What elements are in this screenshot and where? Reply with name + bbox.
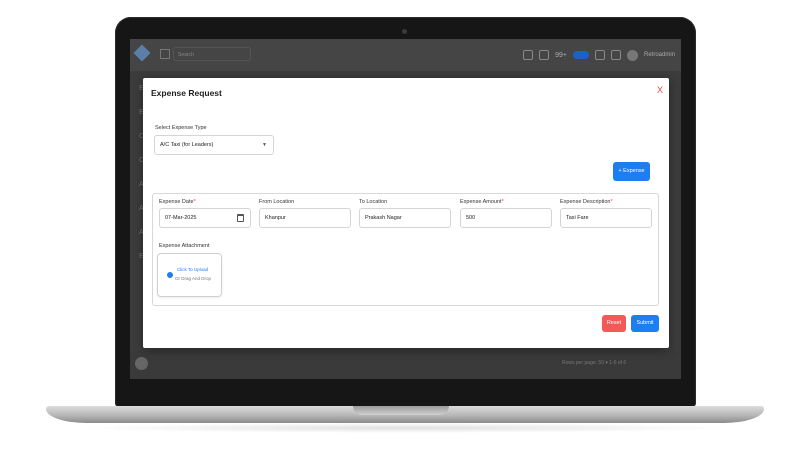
to-location-input[interactable]: Prakash Nagar: [359, 208, 451, 228]
footer-avatar: [135, 357, 148, 370]
expense-type-select[interactable]: A/C Taxi (for Leaders) ▼: [154, 135, 274, 155]
expense-date-label: Expense Date*: [159, 199, 196, 205]
expense-description-field: Expense Description* Taxi Fare: [560, 199, 652, 228]
laptop-notch: [353, 406, 449, 415]
close-button[interactable]: X: [657, 86, 663, 95]
topbar-icons: 99+ Retroadmin: [523, 47, 675, 63]
expense-amount-field: Expense Amount* 500: [460, 199, 552, 228]
avatar[interactable]: [626, 49, 638, 61]
submit-button[interactable]: Submit: [631, 315, 659, 332]
user-name: Retroadmin: [643, 52, 675, 58]
from-location-input[interactable]: Khanpur: [259, 208, 351, 228]
expense-description-label: Expense Description*: [560, 199, 613, 205]
upload-link[interactable]: Click To Upload: [177, 267, 208, 272]
expense-amount-input[interactable]: 500: [460, 208, 552, 228]
upload-hint: Or Drag And Drop: [175, 276, 212, 281]
calendar-icon[interactable]: [237, 214, 244, 222]
search-input[interactable]: Search: [173, 47, 251, 61]
to-location-field: To Location Prakash Nagar: [359, 199, 451, 228]
upload-dropzone[interactable]: Click To Upload Or Drag And Drop: [157, 253, 222, 297]
from-location-label: From Location: [259, 199, 295, 205]
fullscreen-icon[interactable]: [594, 50, 605, 60]
translate-icon[interactable]: [523, 50, 534, 60]
attachment-label: Expense Attachment: [159, 243, 210, 249]
theme-toggle[interactable]: [572, 51, 589, 59]
expense-card: Expense Date* 07-Mar-2025 From Location …: [152, 193, 659, 306]
app-top-bar: Search 99+ Retroadmin: [130, 39, 681, 71]
notification-icon[interactable]: [539, 50, 550, 60]
modal-title: Expense Request: [151, 88, 222, 98]
menu-icon[interactable]: [160, 49, 170, 59]
upload-icon: [167, 272, 173, 278]
expense-date-value: 07-Mar-2025: [165, 215, 197, 221]
expense-description-input[interactable]: Taxi Fare: [560, 208, 652, 228]
reset-button[interactable]: Reset: [602, 315, 626, 332]
to-location-label: To Location: [359, 199, 388, 205]
expense-amount-label: Expense Amount*: [460, 199, 504, 205]
app-logo: [133, 44, 151, 62]
expense-type-value: A/C Taxi (for Leaders): [160, 142, 214, 148]
add-expense-button[interactable]: + Expense: [613, 162, 650, 181]
camera: [402, 29, 407, 34]
expense-request-modal: Expense Request X Select Expense Type A/…: [143, 78, 669, 348]
laptop-shadow: [70, 423, 740, 433]
notification-count: 99+: [555, 51, 567, 59]
expense-date-input[interactable]: 07-Mar-2025: [159, 208, 251, 228]
expense-type-label: Select Expense Type: [155, 125, 207, 131]
expense-date-field: Expense Date* 07-Mar-2025: [159, 199, 251, 228]
from-location-field: From Location Khanpur: [259, 199, 351, 228]
pagination-text: Rows per page: 50 ▾ 1-6 of 6: [562, 360, 627, 366]
footer-strip: Rows per page: 50 ▾ 1-6 of 6: [130, 351, 681, 379]
caret-down-icon: ▼: [262, 142, 267, 148]
settings-icon[interactable]: [610, 50, 621, 60]
